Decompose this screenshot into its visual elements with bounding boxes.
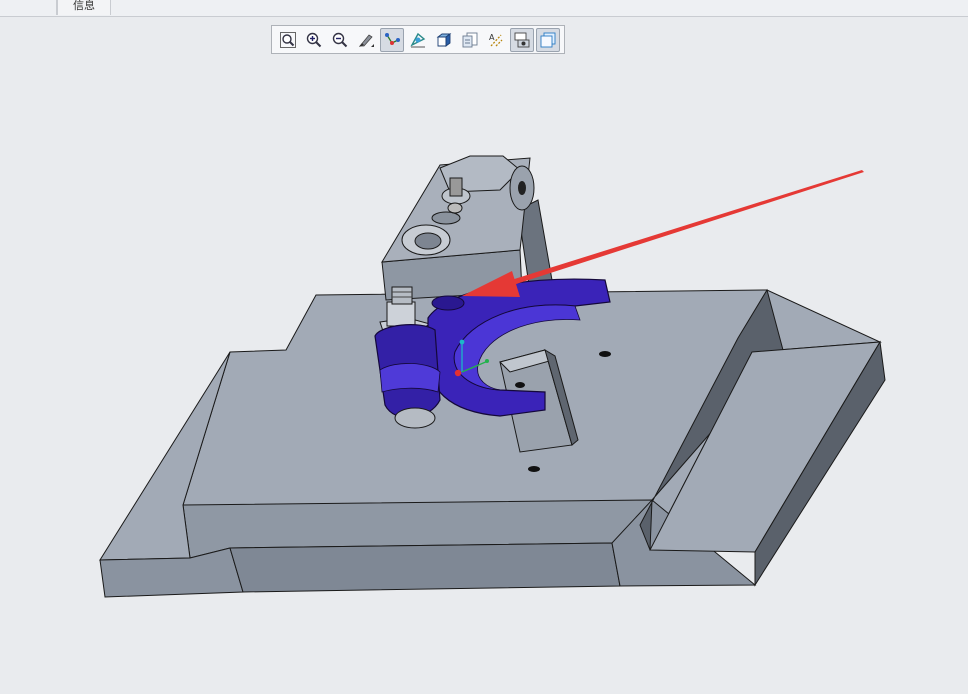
base-hole-right xyxy=(599,351,611,357)
graphics-viewport[interactable] xyxy=(0,17,968,694)
shift-fork-hub-light xyxy=(379,363,441,393)
stud-thread xyxy=(391,286,413,305)
tab-info[interactable]: 信息 xyxy=(57,0,111,15)
tab-bar: 信息 xyxy=(0,0,968,17)
base-slot-face xyxy=(229,542,621,593)
clamp-bore-inner xyxy=(414,232,442,250)
csys-origin-point xyxy=(454,369,462,377)
csys-point-y xyxy=(459,339,465,345)
base-hole-front xyxy=(528,466,540,472)
stud-nut xyxy=(386,301,416,327)
tab-blank[interactable] xyxy=(0,0,57,15)
clamp-slot xyxy=(431,211,461,225)
clamp-pivot-hole xyxy=(518,181,526,195)
shift-fork-hub-base xyxy=(394,407,436,429)
shift-fork-pin-hole xyxy=(431,295,465,311)
csys-point-x xyxy=(485,359,489,363)
shift-fork-bore-hole xyxy=(515,382,525,388)
clamp-screw-thread xyxy=(449,177,463,197)
annotation-arrow-shaft xyxy=(505,170,864,286)
clamp-nut xyxy=(447,202,463,214)
